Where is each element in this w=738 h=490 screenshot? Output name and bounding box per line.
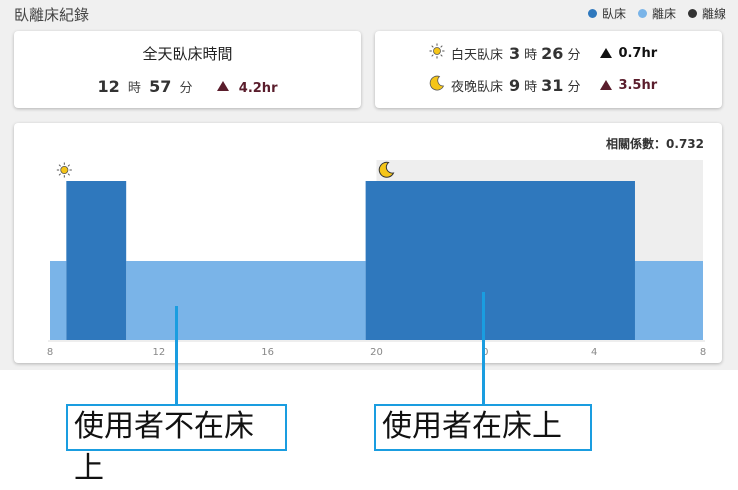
night-label: 夜晚臥床 [451, 79, 504, 95]
x-tick-label-6: 8 [700, 347, 706, 358]
legend-item-out-of-bed[interactable]: 離床 [637, 5, 676, 22]
sun-icon [56, 162, 72, 178]
up-arrow-icon [600, 80, 613, 90]
legend-dot-out-of-bed [637, 9, 647, 18]
night-minutes-unit: 分 [567, 79, 581, 95]
night-hours-unit: 時 [524, 79, 538, 95]
bar-out-of-bed-0 [50, 261, 67, 340]
legend-item-in-bed[interactable]: 臥床 [587, 5, 626, 22]
day-delta: 0.7hr [618, 45, 658, 61]
annotation-out-of-bed: 使用者不在床上 [66, 404, 287, 486]
bed-status-chart-card: 相關係數：0.732 8 12 16 20 0 4 8 [14, 123, 722, 363]
bar-in-bed-1 [365, 181, 635, 340]
x-tick-label-5: 4 [591, 347, 597, 358]
day-bed-time-row: 白天臥床 3 時 26 分 0.7hr [429, 43, 657, 63]
legend-label-in-bed: 臥床 [601, 7, 626, 21]
legend-label-out-of-bed: 離床 [651, 7, 676, 21]
day-night-bed-time-card: 白天臥床 3 時 26 分 0.7hr 夜晚臥床 9 時 31 分 3.5hr [375, 31, 722, 108]
day-hours-unit: 時 [524, 47, 538, 63]
callout-line-left [175, 306, 178, 406]
legend-item-offline[interactable]: 離線 [687, 5, 726, 22]
legend: 臥床 離床 離線 [587, 5, 726, 22]
total-bed-time-value: 12 時 57 分 4.2hr [14, 77, 361, 96]
bar-out-of-bed-2 [634, 261, 703, 340]
total-minutes-unit: 分 [179, 81, 193, 96]
chart-panel: 臥離床紀錄 臥床 離床 離線 全天臥床時間 12 時 57 分 4.2hr 白天… [0, 0, 738, 370]
x-tick-label-2: 16 [261, 347, 274, 358]
total-minutes: 57 [149, 77, 172, 96]
bar-out-of-bed-1 [126, 261, 366, 340]
legend-dot-offline [687, 9, 697, 18]
page-title: 臥離床紀錄 [14, 6, 90, 24]
annotation-in-bed: 使用者在床上 [374, 404, 592, 451]
day-minutes: 26 [541, 43, 564, 63]
night-delta: 3.5hr [618, 77, 658, 93]
bar-in-bed-0 [66, 181, 127, 340]
up-arrow-icon [600, 48, 613, 58]
total-hours: 12 [97, 77, 120, 96]
up-arrow-icon [216, 81, 229, 91]
x-tick-label-3: 20 [370, 347, 383, 358]
total-bed-time-title: 全天臥床時間 [142, 45, 233, 63]
bed-status-chart: 8 12 16 20 0 4 8 [47, 160, 706, 358]
total-bed-time-card: 全天臥床時間 12 時 57 分 4.2hr [14, 31, 361, 108]
total-delta: 4.2hr [238, 81, 278, 96]
moon-icon [429, 75, 447, 95]
total-hours-unit: 時 [127, 81, 141, 96]
legend-dot-in-bed [587, 9, 597, 18]
sun-icon [429, 43, 447, 63]
night-hours: 9 [509, 75, 521, 95]
night-minutes: 31 [541, 75, 564, 95]
day-hours: 3 [509, 43, 521, 63]
x-tick-label-1: 12 [152, 347, 165, 358]
x-tick-label-0: 8 [47, 347, 53, 358]
callout-line-right [482, 292, 485, 405]
night-bed-time-row: 夜晚臥床 9 時 31 分 3.5hr [429, 75, 657, 95]
day-minutes-unit: 分 [567, 47, 581, 63]
legend-label-offline: 離線 [701, 7, 726, 21]
day-label: 白天臥床 [451, 47, 504, 63]
